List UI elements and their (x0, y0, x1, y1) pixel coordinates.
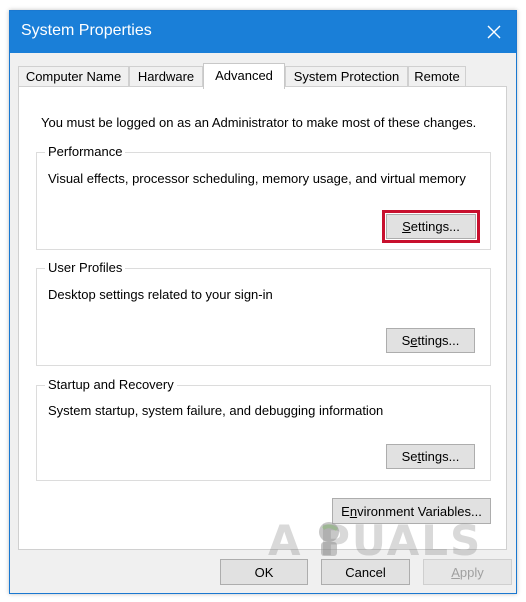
tab-label: Computer Name (25, 69, 122, 84)
button-mnemonic: e (410, 333, 418, 348)
tab-label: System Protection (293, 69, 400, 84)
button-mnemonic: A (451, 564, 460, 580)
tab-system-protection[interactable]: System Protection (285, 66, 408, 87)
button-mnemonic: S (402, 219, 411, 234)
tab-label: Remote (414, 69, 460, 84)
tab-hardware[interactable]: Hardware (129, 66, 203, 87)
group-description: Desktop settings related to your sign-in (48, 287, 273, 302)
close-icon (487, 25, 501, 39)
group-title: Performance (45, 144, 126, 159)
tab-advanced[interactable]: Advanced (203, 63, 285, 89)
button-label-part: tings... (421, 449, 460, 464)
window-title: System Properties (21, 22, 152, 39)
environment-variables-button[interactable]: En vironment Variables... (332, 498, 491, 524)
button-label: OK (254, 564, 274, 580)
user-profiles-settings-button[interactable]: Se ttings... (386, 328, 475, 353)
button-label-part: S (401, 333, 411, 348)
close-button[interactable] (472, 11, 516, 53)
system-properties-dialog: System Properties Computer Name Hardware… (9, 10, 517, 594)
performance-group: Performance Visual effects, processor sc… (36, 144, 491, 250)
button-mnemonic: n (349, 503, 358, 519)
title-bar[interactable]: System Properties (10, 11, 516, 53)
admin-notice: You must be logged on as an Administrato… (41, 115, 477, 130)
group-description: Visual effects, processor scheduling, me… (48, 171, 466, 186)
startup-recovery-group: Startup and Recovery System startup, sys… (36, 377, 491, 481)
button-label-part: E (341, 503, 350, 519)
group-title: Startup and Recovery (45, 377, 177, 392)
button-label-part: pply (459, 564, 484, 580)
button-label-part: ttings... (417, 333, 460, 348)
ok-button[interactable]: OK (220, 559, 308, 585)
tab-computer-name[interactable]: Computer Name (18, 66, 129, 87)
group-description: System startup, system failure, and debu… (48, 403, 384, 418)
button-label-part: ettings... (410, 219, 460, 234)
tab-remote[interactable]: Remote (408, 66, 466, 87)
apply-button[interactable]: Apply (423, 559, 512, 585)
startup-recovery-settings-button[interactable]: Se t tings... (386, 444, 475, 469)
button-label-part: Se (401, 449, 418, 464)
group-title: User Profiles (45, 260, 126, 275)
performance-settings-button[interactable]: Settings... (382, 210, 480, 243)
dialog-button-bar: OK Cancel Apply (10, 553, 516, 593)
cancel-button[interactable]: Cancel (321, 559, 410, 585)
tab-label: Hardware (137, 69, 195, 84)
button-label: Cancel (345, 564, 386, 580)
user-profiles-group: User Profiles Desktop settings related t… (36, 260, 491, 366)
button-label-part: vironment Variables... (357, 503, 482, 519)
advanced-tab-panel: You must be logged on as an Administrato… (18, 86, 507, 550)
tab-label: Advanced (215, 68, 273, 83)
